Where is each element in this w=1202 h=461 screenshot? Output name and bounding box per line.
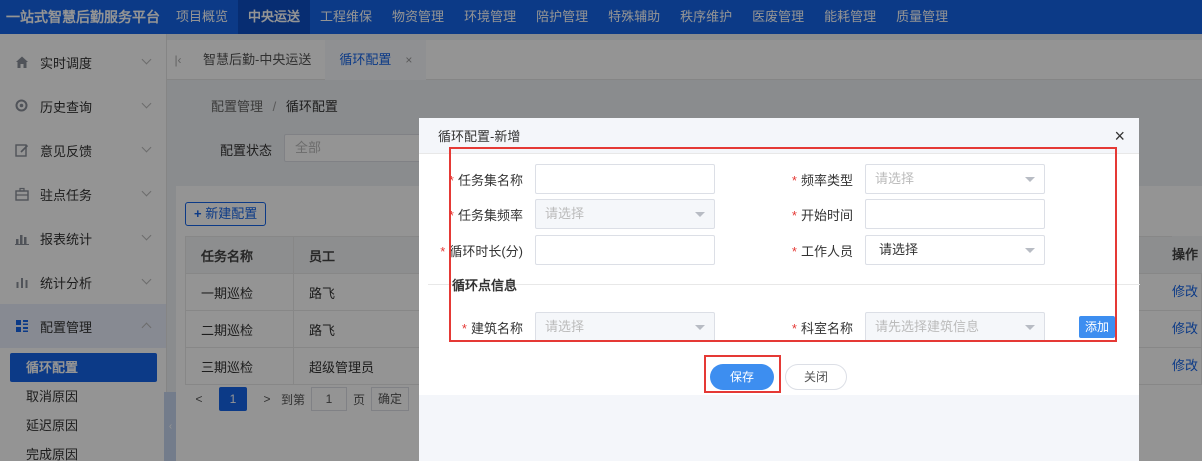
label-text: 循环时长(分) [449, 243, 523, 259]
field-cycle-duration: * 循环时长(分) [435, 235, 715, 265]
field-label: * 工作人员 [765, 241, 865, 260]
dialog-title: 循环配置-新增 [438, 129, 521, 144]
label-text: 任务集频率 [457, 207, 523, 223]
field-frequency-type: * 频率类型 请选择 [765, 164, 1045, 194]
add-cycle-point-button[interactable]: 添加 [1079, 316, 1115, 338]
caret-down-icon [1025, 177, 1035, 182]
field-label: * 循环时长(分) [435, 241, 535, 260]
required-mark: * [448, 207, 454, 223]
required-mark: * [448, 172, 454, 188]
select-placeholder: 请选择 [875, 171, 915, 186]
field-start-time: * 开始时间 [765, 199, 1045, 229]
field-label: * 建筑名称 [435, 318, 535, 337]
label-text: 开始时间 [800, 207, 853, 223]
label-text: 建筑名称 [470, 320, 523, 336]
field-building: * 建筑名称 请选择 [435, 312, 715, 342]
task-set-name-input[interactable] [535, 164, 715, 194]
field-department: * 科室名称 请先选择建筑信息 [765, 312, 1045, 342]
required-mark: * [791, 172, 797, 188]
field-label: * 开始时间 [765, 205, 865, 224]
field-label: * 任务集频率 [435, 205, 535, 224]
caret-down-icon [695, 325, 705, 330]
field-label: * 任务集名称 [435, 170, 535, 189]
field-task-set-name: * 任务集名称 [435, 164, 715, 194]
cycle-point-section-title: 循环点信息 [452, 278, 518, 293]
task-set-frequency-select[interactable]: 请选择 [535, 199, 715, 229]
building-select[interactable]: 请选择 [535, 312, 715, 342]
field-task-set-frequency: * 任务集频率 请选择 [435, 199, 715, 229]
required-mark: * [791, 320, 797, 336]
frequency-type-select[interactable]: 请选择 [865, 164, 1045, 194]
cycle-duration-input[interactable] [535, 235, 715, 265]
label-text: 任务集名称 [457, 172, 523, 188]
select-value: 请选择 [879, 242, 919, 257]
close-icon[interactable]: × [1114, 127, 1125, 145]
select-placeholder: 请先选择建筑信息 [875, 319, 980, 334]
select-placeholder: 请选择 [545, 206, 585, 221]
required-mark: * [461, 320, 467, 336]
section-divider [428, 284, 1140, 285]
label-text: 频率类型 [800, 172, 853, 188]
dialog-footer-area [419, 395, 1139, 461]
field-worker: * 工作人员 请选择 [765, 235, 1045, 265]
save-button[interactable]: 保存 [710, 364, 774, 390]
required-mark: * [440, 243, 446, 259]
required-mark: * [791, 243, 797, 259]
field-label: * 科室名称 [765, 318, 865, 337]
department-select[interactable]: 请先选择建筑信息 [865, 312, 1045, 342]
caret-down-icon [695, 212, 705, 217]
cycle-config-add-dialog: 循环配置-新增 × * 任务集名称 * 频率类型 请选择 * 任务集频率 请选择 * 开… [419, 118, 1140, 461]
field-label: * 频率类型 [765, 170, 865, 189]
required-mark: * [791, 207, 797, 223]
caret-down-icon [1025, 325, 1035, 330]
cancel-button[interactable]: 关闭 [785, 364, 847, 390]
caret-down-icon [1025, 248, 1035, 253]
label-text: 工作人员 [800, 243, 853, 259]
worker-select[interactable]: 请选择 [865, 235, 1045, 265]
select-placeholder: 请选择 [545, 319, 585, 334]
label-text: 科室名称 [800, 320, 853, 336]
start-time-input[interactable] [865, 199, 1045, 229]
dialog-header: 循环配置-新增 [419, 118, 1139, 154]
